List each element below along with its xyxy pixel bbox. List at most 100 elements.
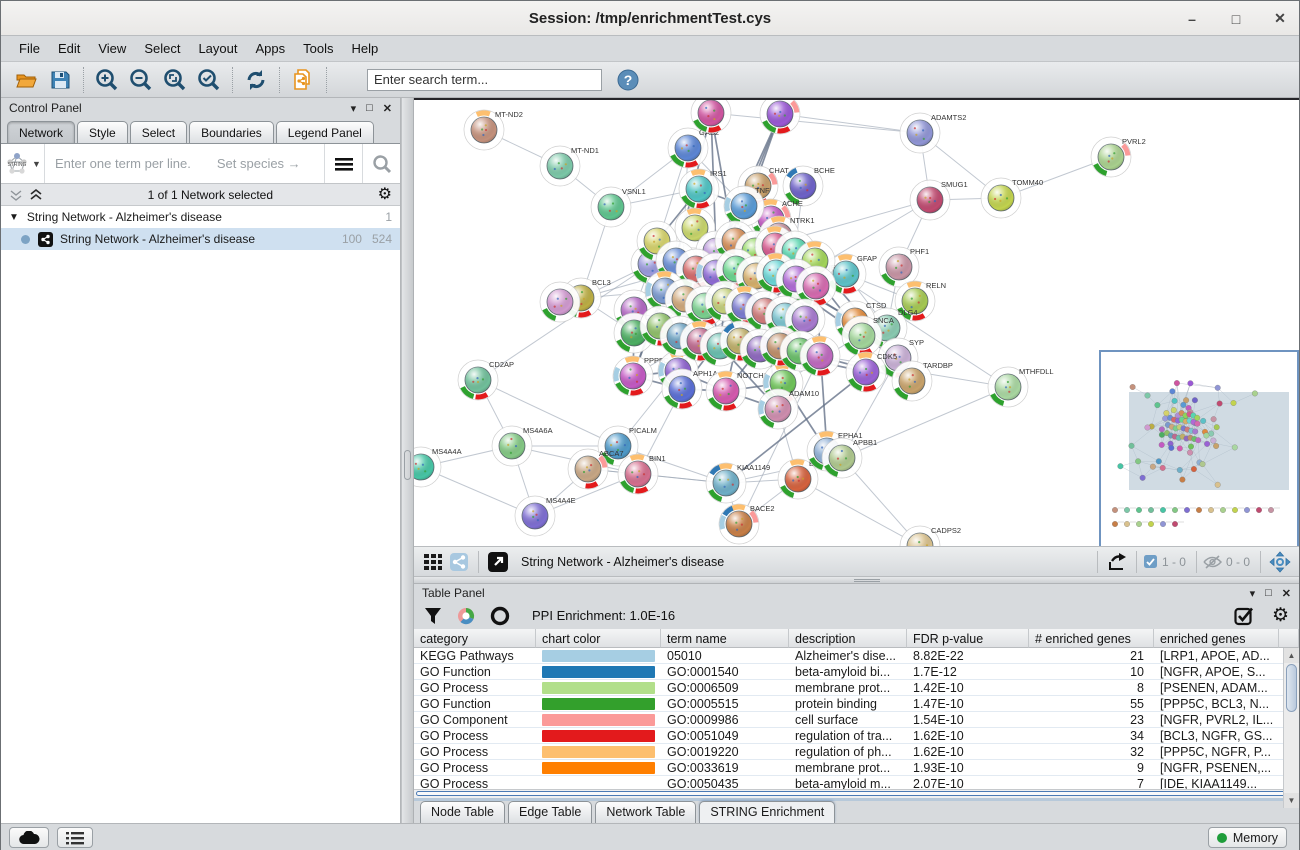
close-button[interactable]: ✕: [1271, 10, 1289, 27]
expand-all-icon[interactable]: [9, 189, 23, 201]
enrichment-settings-gear-icon[interactable]: ⚙: [1272, 606, 1289, 625]
table-row[interactable]: GO ProcessGO:0050435beta-amyloid m...2.0…: [414, 776, 1299, 789]
table-vertical-scrollbar[interactable]: ▲▼: [1283, 648, 1299, 808]
grid-view-icon[interactable]: [420, 550, 446, 574]
zoom-out-icon[interactable]: [127, 66, 155, 94]
table-row[interactable]: KEGG Pathways05010Alzheimer's dise...8.8…: [414, 648, 1299, 664]
table-row[interactable]: GO ComponentGO:0009986cell surface1.54E-…: [414, 712, 1299, 728]
help-icon[interactable]: ?: [614, 66, 642, 94]
string-logo-dropdown[interactable]: STRING ▼: [1, 144, 45, 183]
menu-item-view[interactable]: View: [90, 38, 134, 59]
vertical-splitter[interactable]: [401, 98, 414, 823]
network-node[interactable]: [800, 336, 840, 376]
network-collection-row[interactable]: ▼ String Network - Alzheimer's disease 1: [1, 206, 400, 228]
panel-collapse-icon[interactable]: ▾: [351, 102, 357, 115]
network-node[interactable]: MT-ND1: [540, 146, 599, 186]
network-options-gear-icon[interactable]: ⚙: [378, 187, 392, 203]
column-header-category[interactable]: category: [414, 629, 536, 648]
column-header-FDR-p-value[interactable]: FDR p-value: [907, 629, 1029, 648]
menu-item-tools[interactable]: Tools: [295, 38, 341, 59]
network-node[interactable]: IRS1: [679, 169, 727, 209]
table-row[interactable]: GO ProcessGO:0019220regulation of ph...1…: [414, 744, 1299, 760]
collapse-all-icon[interactable]: [29, 189, 43, 201]
network-node[interactable]: TOMM40: [981, 178, 1043, 218]
table-float-icon[interactable]: □: [1265, 587, 1272, 599]
menu-item-apps[interactable]: Apps: [248, 38, 294, 59]
table-row[interactable]: GO FunctionGO:0001540beta-amyloid bi...1…: [414, 664, 1299, 680]
tab-node-table[interactable]: Node Table: [420, 801, 505, 823]
tab-style[interactable]: Style: [77, 121, 128, 143]
network-node[interactable]: PVRL2: [1091, 137, 1146, 177]
network-node[interactable]: [691, 100, 731, 133]
maximize-button[interactable]: □: [1227, 11, 1245, 27]
network-node[interactable]: BACE2: [719, 504, 775, 544]
column-header-term-name[interactable]: term name: [661, 629, 789, 648]
tab-edge-table[interactable]: Edge Table: [508, 801, 592, 823]
filter-icon[interactable]: [424, 607, 442, 625]
network-node[interactable]: PHF1: [879, 247, 929, 287]
table-row[interactable]: GO ProcessGO:0051049regulation of tra...…: [414, 728, 1299, 744]
scrollbar-thumb[interactable]: [1286, 664, 1297, 712]
tab-boundaries[interactable]: Boundaries: [189, 121, 274, 143]
network-node[interactable]: GAB2: [668, 128, 719, 168]
table-row[interactable]: GO ProcessGO:0033619membrane prot...1.93…: [414, 760, 1299, 776]
table-row[interactable]: GO ProcessGO:0006509membrane prot...1.42…: [414, 680, 1299, 696]
birdseye-overview[interactable]: [1099, 350, 1299, 546]
panel-float-icon[interactable]: □: [366, 102, 373, 114]
clone-network-icon[interactable]: [289, 66, 317, 94]
table-close-icon[interactable]: ✕: [1282, 587, 1291, 600]
table-collapse-icon[interactable]: ▾: [1250, 587, 1256, 600]
network-node[interactable]: KIAA1149: [706, 463, 770, 503]
network-node[interactable]: BIN1: [618, 454, 666, 494]
column-header-description[interactable]: description: [789, 629, 907, 648]
zoom-selected-icon[interactable]: [195, 66, 223, 94]
zoom-in-icon[interactable]: [93, 66, 121, 94]
tab-string-enrichment[interactable]: STRING Enrichment: [699, 801, 835, 823]
ring-chart-icon[interactable]: [490, 606, 510, 626]
zoom-fit-icon[interactable]: [161, 66, 189, 94]
column-header-chart-color[interactable]: chart color: [536, 629, 661, 648]
network-node[interactable]: MS4A4E: [515, 496, 576, 536]
network-node[interactable]: ADAMTS2: [900, 113, 966, 153]
network-node[interactable]: MTHFDLL: [988, 367, 1054, 407]
network-canvas[interactable]: MT-ND2MT-ND1VSNL1CD2APMS4A4AMS4A6AMS4A4E…: [414, 98, 1299, 546]
table-horizontal-scrollbar[interactable]: [414, 789, 1299, 798]
menu-item-select[interactable]: Select: [136, 38, 188, 59]
table-row[interactable]: GO FunctionGO:0005515protein binding1.47…: [414, 696, 1299, 712]
network-node[interactable]: CD2AP: [458, 360, 514, 400]
detach-view-icon[interactable]: [485, 550, 511, 574]
network-row-selected[interactable]: String Network - Alzheimer's disease 100…: [1, 228, 400, 250]
pan-mode-icon[interactable]: [1267, 550, 1293, 574]
menu-item-file[interactable]: File: [11, 38, 48, 59]
column-header-enriched-genes[interactable]: enriched genes: [1154, 629, 1279, 648]
string-search-icon[interactable]: [362, 144, 400, 183]
tab-network-table[interactable]: Network Table: [595, 801, 696, 823]
share-view-icon[interactable]: [446, 550, 472, 574]
cloud-button[interactable]: [9, 827, 49, 848]
search-input[interactable]: [367, 69, 602, 91]
select-rows-icon[interactable]: [1234, 606, 1254, 626]
network-node[interactable]: TARDBP: [892, 361, 953, 401]
horizontal-splitter[interactable]: [414, 576, 1299, 584]
species-hint[interactable]: Set species →: [217, 156, 301, 171]
network-node[interactable]: VSNL1: [591, 187, 646, 227]
network-node[interactable]: APBB1: [822, 438, 877, 478]
network-node[interactable]: [540, 282, 580, 322]
network-node[interactable]: [760, 100, 800, 134]
memory-button[interactable]: Memory: [1208, 827, 1287, 848]
export-network-icon[interactable]: [1104, 550, 1130, 574]
column-header--enriched-genes[interactable]: # enriched genes: [1029, 629, 1154, 648]
save-session-icon[interactable]: [46, 66, 74, 94]
tab-network[interactable]: Network: [7, 121, 75, 143]
tab-select[interactable]: Select: [130, 121, 187, 143]
overview-viewport[interactable]: [1129, 392, 1289, 490]
menu-item-layout[interactable]: Layout: [190, 38, 245, 59]
string-options-icon[interactable]: [324, 144, 362, 183]
menu-item-edit[interactable]: Edit: [50, 38, 88, 59]
tree-caret-icon[interactable]: ▼: [9, 212, 19, 223]
minimize-button[interactable]: –: [1183, 11, 1201, 27]
refresh-icon[interactable]: [242, 66, 270, 94]
network-node[interactable]: CADPS2: [900, 526, 961, 546]
menu-item-help[interactable]: Help: [344, 38, 387, 59]
chart-icon[interactable]: [456, 606, 476, 626]
